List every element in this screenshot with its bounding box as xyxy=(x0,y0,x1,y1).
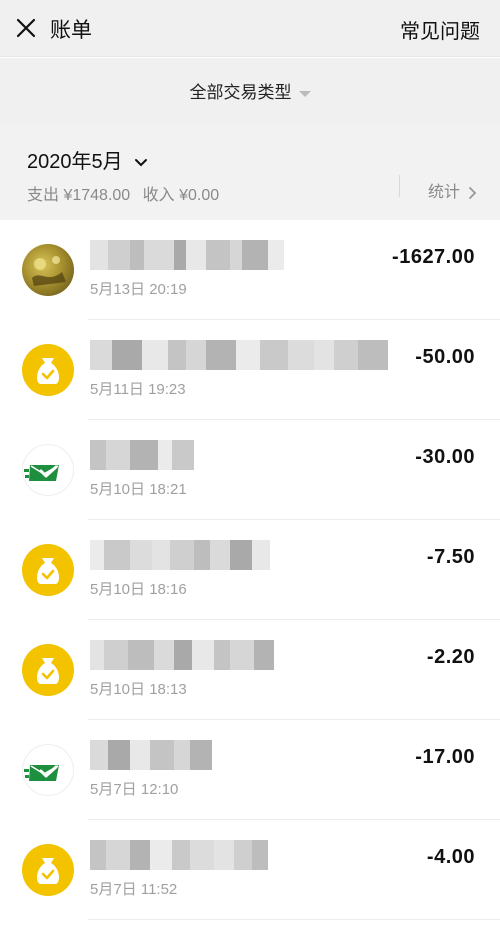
top-bar: 账单 常见问题 xyxy=(0,0,500,57)
transaction-row[interactable]: 5月10日 18:16 -7.50 xyxy=(0,520,500,620)
transaction-row[interactable]: 5月10日 18:13 -2.20 xyxy=(0,620,500,720)
transaction-time: 5月7日 11:52 xyxy=(90,881,178,898)
transaction-time: 5月11日 19:23 xyxy=(90,381,186,398)
transaction-amount: -2.20 xyxy=(426,646,475,668)
month-selector[interactable]: 2020年5月 xyxy=(27,145,148,174)
divider xyxy=(399,175,400,197)
transaction-name-blurred xyxy=(90,340,388,370)
transaction-amount: -30.00 xyxy=(415,446,475,468)
transaction-type-filter[interactable]: 全部交易类型 xyxy=(0,78,500,103)
transaction-row[interactable]: 5月7日 11:52 -4.00 xyxy=(0,820,500,920)
transaction-row[interactable]: 5月13日 20:19 -1627.00 xyxy=(0,220,500,320)
faq-link[interactable]: 常见问题 xyxy=(400,15,480,44)
envelope-check-icon xyxy=(22,444,74,496)
transaction-list: 5月13日 20:19 -1627.00 5月11日 19:23 -50.00 5月10… xyxy=(0,220,500,920)
money-bag-icon xyxy=(22,344,74,396)
transaction-time: 5月10日 18:13 xyxy=(90,681,187,698)
envelope-check-icon xyxy=(22,744,74,796)
transaction-amount: -4.00 xyxy=(426,846,475,868)
stats-label: 统计 xyxy=(428,184,461,201)
transaction-name-blurred xyxy=(90,740,212,770)
stats-link[interactable]: 统计 xyxy=(428,178,477,202)
month-summary: 2020年5月 支出 ¥1748.00 收入 ¥0.00 统计 xyxy=(0,123,500,220)
filter-bar: 全部交易类型 xyxy=(0,58,500,123)
money-bag-icon xyxy=(22,844,74,896)
month-label: 2020年5月 xyxy=(27,151,123,173)
transaction-time: 5月13日 20:19 xyxy=(90,281,187,298)
expense-total: 支出 ¥1748.00 xyxy=(27,187,131,204)
transaction-time: 5月7日 12:10 xyxy=(90,781,179,798)
month-totals: 支出 ¥1748.00 收入 ¥0.00 xyxy=(27,181,227,205)
transaction-name-blurred xyxy=(90,440,194,470)
chevron-down-icon xyxy=(135,158,148,167)
transaction-time: 5月10日 18:16 xyxy=(90,581,187,598)
photo-avatar xyxy=(22,244,74,296)
transaction-name-blurred xyxy=(90,540,270,570)
transaction-name-blurred xyxy=(90,840,268,870)
transaction-row[interactable]: 5月10日 18:21 -30.00 xyxy=(0,420,500,520)
transaction-row[interactable]: 5月7日 12:10 -17.00 xyxy=(0,720,500,820)
money-bag-icon xyxy=(22,644,74,696)
income-total: 收入 ¥0.00 xyxy=(142,187,220,204)
transaction-name-blurred xyxy=(90,640,274,670)
chevron-right-icon xyxy=(469,186,477,199)
money-bag-icon xyxy=(22,544,74,596)
close-icon[interactable] xyxy=(14,16,38,40)
caret-down-icon xyxy=(298,90,311,97)
transaction-name-blurred xyxy=(90,240,284,270)
transaction-time: 5月10日 18:21 xyxy=(90,481,187,498)
transaction-row[interactable]: 5月11日 19:23 -50.00 xyxy=(0,320,500,420)
transaction-amount: -17.00 xyxy=(415,746,475,768)
transaction-amount: -1627.00 xyxy=(392,246,475,268)
transaction-amount: -7.50 xyxy=(426,546,475,568)
filter-label: 全部交易类型 xyxy=(189,83,292,102)
transaction-amount: -50.00 xyxy=(415,346,475,368)
page-title: 账单 xyxy=(50,19,92,42)
